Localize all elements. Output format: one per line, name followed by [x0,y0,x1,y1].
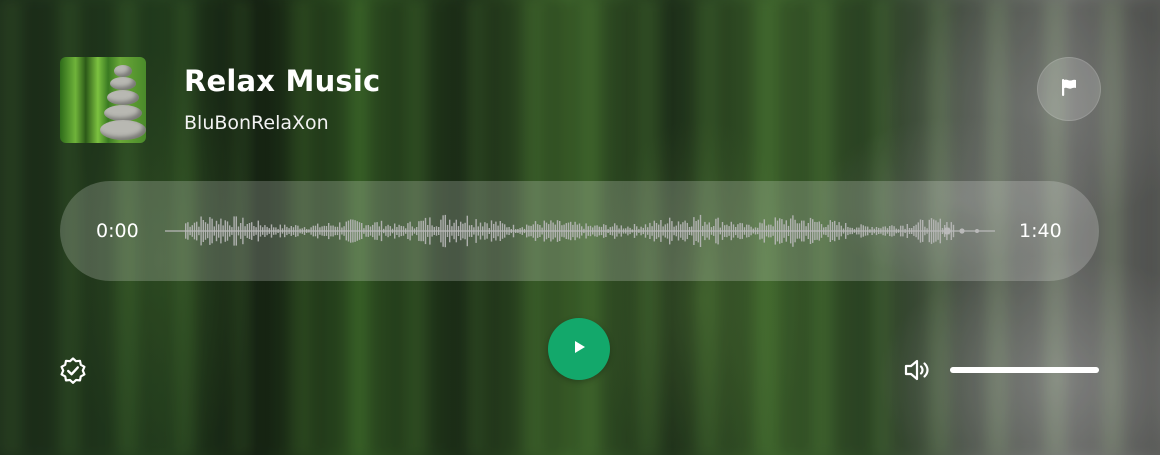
current-time: 0:00 [96,220,139,242]
album-cover [60,57,146,143]
volume-level [950,367,1099,373]
play-button[interactable] [548,318,610,380]
total-time: 1:40 [1019,220,1062,242]
flag-icon [1059,77,1079,101]
play-icon [569,337,589,361]
volume-slider[interactable] [950,367,1099,373]
waveform-seek[interactable] [165,200,995,262]
track-artist: BluBonRelaXon [184,112,329,134]
verified-badge-icon[interactable] [58,356,88,386]
audio-player: Relax Music BluBonRelaXon 0:00 1:40 [0,0,1160,455]
track-title: Relax Music [184,64,381,98]
report-button[interactable] [1037,57,1101,121]
volume-icon[interactable] [904,358,930,382]
